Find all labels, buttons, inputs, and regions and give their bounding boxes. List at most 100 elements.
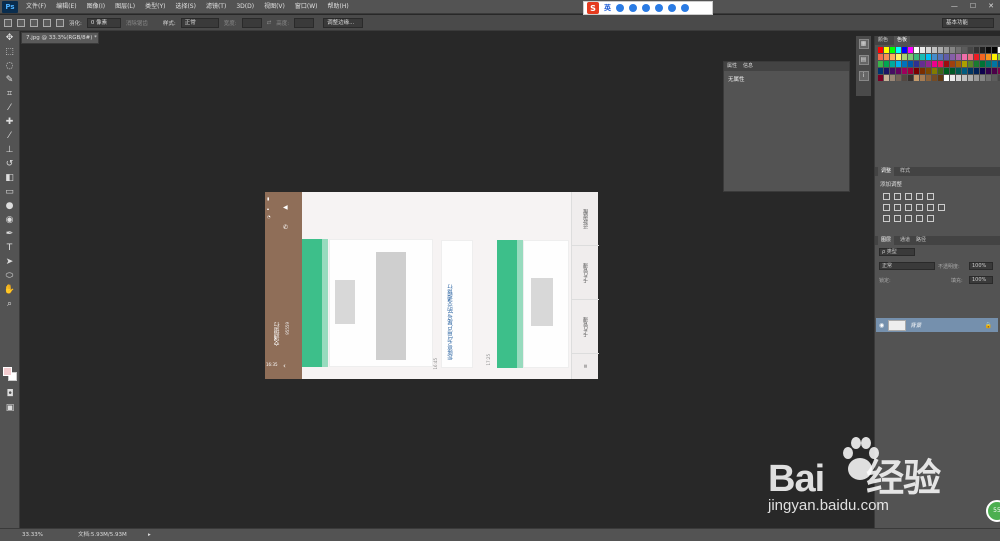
swatch[interactable] — [902, 61, 907, 67]
swatch[interactable] — [938, 54, 943, 60]
swatch[interactable] — [986, 75, 991, 81]
swatch[interactable] — [896, 61, 901, 67]
swatch[interactable] — [902, 47, 907, 53]
quick-mask-icon[interactable]: ◘ — [4, 388, 16, 400]
swatch[interactable] — [926, 54, 931, 60]
swatch[interactable] — [980, 61, 985, 67]
swatch[interactable] — [878, 68, 883, 74]
swatch[interactable] — [932, 47, 937, 53]
swatch[interactable] — [902, 68, 907, 74]
skin-icon[interactable] — [668, 4, 676, 12]
tab-styles[interactable]: 样式 — [900, 167, 910, 176]
gradient-tool-icon[interactable]: ▭ — [4, 186, 16, 198]
swatch[interactable] — [992, 47, 997, 53]
maximize-button[interactable]: ☐ — [970, 2, 976, 10]
swatch[interactable] — [944, 47, 949, 53]
swatch[interactable] — [956, 61, 961, 67]
swatch[interactable] — [944, 54, 949, 60]
swatch[interactable] — [914, 47, 919, 53]
close-button[interactable]: ✕ — [988, 2, 994, 10]
swatch[interactable] — [908, 54, 913, 60]
tools-icon[interactable] — [681, 4, 689, 12]
lookup-icon[interactable] — [938, 204, 945, 211]
swatch[interactable] — [968, 68, 973, 74]
swatch[interactable] — [992, 75, 997, 81]
swatch[interactable] — [986, 68, 991, 74]
blend-mode-select[interactable]: 正常 — [879, 262, 935, 270]
swatch[interactable] — [878, 47, 883, 53]
swatch[interactable] — [992, 68, 997, 74]
info-icon[interactable]: i — [858, 71, 869, 81]
swatch[interactable] — [938, 75, 943, 81]
opacity-input[interactable]: 100% — [969, 262, 993, 270]
swatch[interactable] — [986, 47, 991, 53]
gradient-map-icon[interactable] — [916, 215, 923, 222]
swatch[interactable] — [890, 54, 895, 60]
black-white-icon[interactable] — [905, 204, 912, 211]
swatch[interactable] — [920, 75, 925, 81]
ime-toolbar[interactable]: S 英 — [583, 1, 713, 15]
refine-edge-button[interactable]: 调整边缘... — [323, 17, 364, 28]
antialias-checkbox[interactable]: 消除锯齿 — [126, 19, 148, 27]
swatch[interactable] — [980, 75, 985, 81]
swatch[interactable] — [950, 61, 955, 67]
side-menu-item[interactable]: 还款提醒 — [572, 192, 599, 246]
color-balance-icon[interactable] — [894, 204, 901, 211]
swatch[interactable] — [986, 61, 991, 67]
stamp-tool-icon[interactable]: ⊥ — [4, 144, 16, 156]
swatch[interactable] — [962, 68, 967, 74]
swatch[interactable] — [980, 54, 985, 60]
brightness-icon[interactable] — [883, 193, 890, 200]
side-menu-more[interactable]: ≡ — [572, 354, 599, 379]
swatch[interactable] — [908, 61, 913, 67]
crop-tool-icon[interactable]: ⌗ — [4, 88, 16, 100]
swatch[interactable] — [968, 75, 973, 81]
tab-adjustments[interactable]: 调整 — [878, 167, 895, 176]
menu-edit[interactable]: 编辑(E) — [51, 0, 81, 14]
swatch[interactable] — [926, 68, 931, 74]
vibrance-icon[interactable] — [927, 193, 934, 200]
swatch[interactable] — [884, 68, 889, 74]
subtract-selection-icon[interactable] — [43, 18, 51, 27]
swatch[interactable] — [890, 75, 895, 81]
menu-select[interactable]: 选择(S) — [170, 0, 201, 14]
swatch[interactable] — [938, 68, 943, 74]
swatch[interactable] — [980, 68, 985, 74]
swatch[interactable] — [884, 47, 889, 53]
swatch[interactable] — [932, 54, 937, 60]
swatch[interactable] — [974, 75, 979, 81]
eraser-tool-icon[interactable]: ◧ — [4, 172, 16, 184]
zoom-tool-icon[interactable]: ⌕ — [4, 298, 16, 310]
swatch[interactable] — [896, 54, 901, 60]
swatch[interactable] — [932, 75, 937, 81]
tab-info[interactable]: 信息 — [743, 62, 753, 71]
levels-icon[interactable] — [894, 193, 901, 200]
swatch[interactable] — [902, 54, 907, 60]
type-tool-icon[interactable]: T — [4, 242, 16, 254]
swatch[interactable] — [992, 61, 997, 67]
emoji-icon[interactable] — [629, 4, 637, 12]
swatch[interactable] — [980, 47, 985, 53]
swatch[interactable] — [956, 68, 961, 74]
swatch[interactable] — [926, 47, 931, 53]
menu-help[interactable]: 帮助(H) — [323, 0, 354, 14]
intersect-selection-icon[interactable] — [56, 18, 64, 27]
swatch[interactable] — [950, 75, 955, 81]
swatch[interactable] — [938, 47, 943, 53]
ime-mode[interactable]: 英 — [604, 3, 611, 13]
minimize-button[interactable]: — — [951, 2, 958, 10]
swatch[interactable] — [950, 54, 955, 60]
swatch[interactable] — [914, 75, 919, 81]
feather-input[interactable]: 0 像素 — [86, 17, 121, 28]
swatch[interactable] — [890, 68, 895, 74]
swatch[interactable] — [878, 61, 883, 67]
foreground-color[interactable] — [3, 367, 12, 376]
blur-tool-icon[interactable]: ● — [4, 200, 16, 212]
swatch[interactable] — [914, 54, 919, 60]
swatch[interactable] — [920, 47, 925, 53]
lasso-tool-icon[interactable]: ◌ — [4, 60, 16, 72]
swatch[interactable] — [962, 47, 967, 53]
swatch[interactable] — [920, 61, 925, 67]
swatch[interactable] — [986, 54, 991, 60]
swatch[interactable] — [908, 68, 913, 74]
